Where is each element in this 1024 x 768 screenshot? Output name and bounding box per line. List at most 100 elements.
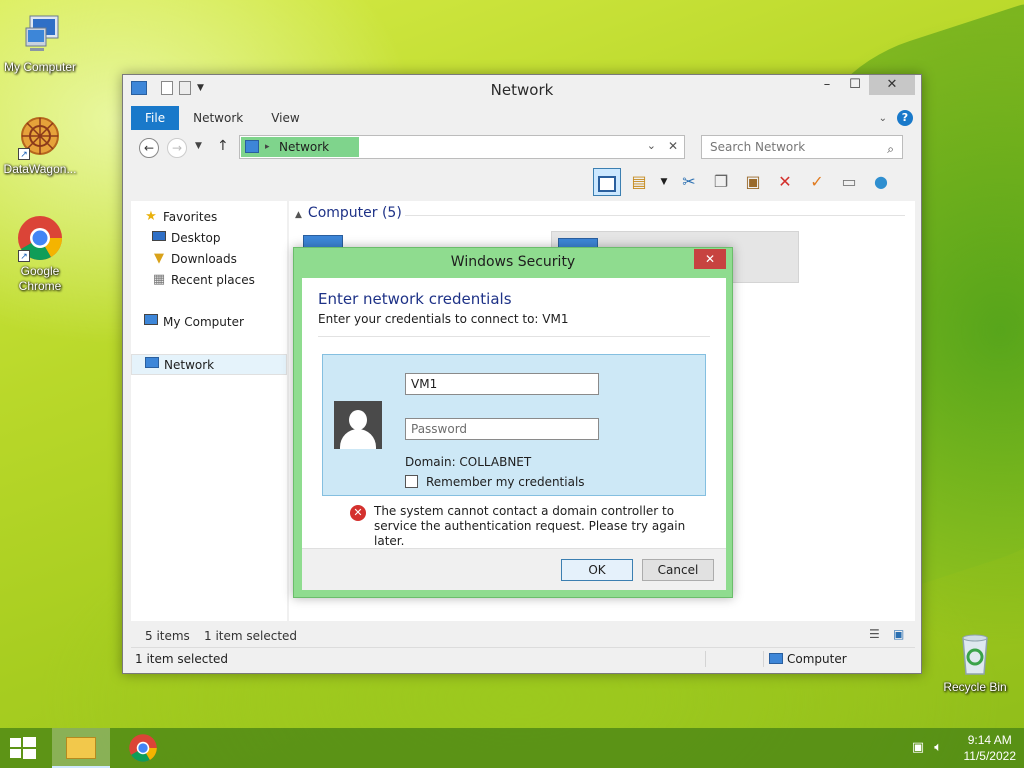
collapse-icon[interactable]: ▲ xyxy=(295,210,302,220)
desktop-icon-google-chrome[interactable]: ↗ Google Chrome xyxy=(0,214,80,294)
large-icons-view-icon[interactable]: ▣ xyxy=(893,627,904,641)
dialog-close-button[interactable]: ✕ xyxy=(694,249,726,269)
taskbar: ▣ 🔈︎ 9:14 AM 11/5/2022 xyxy=(0,728,1024,768)
cancel-button[interactable]: Cancel xyxy=(642,559,714,581)
check-icon[interactable]: ✓ xyxy=(803,168,831,196)
nav-desktop[interactable]: Desktop xyxy=(131,228,287,249)
dialog-title: Windows Security xyxy=(450,254,576,270)
recycle-bin-icon xyxy=(951,630,999,678)
minimize-button[interactable]: – xyxy=(813,75,841,95)
properties-check-icon[interactable]: ▤ xyxy=(625,168,653,196)
breadcrumb[interactable]: ▸ Network xyxy=(241,137,359,157)
windows-security-dialog: Windows Security ✕ Enter network credent… xyxy=(293,247,733,598)
desktop-icon-datawagon[interactable]: ↗ DataWagon... xyxy=(0,112,80,177)
group-header[interactable]: ▲ Computer (5) xyxy=(295,205,905,221)
system-tray: ▣ 🔈︎ xyxy=(912,740,942,755)
dialog-footer: OK Cancel xyxy=(302,548,726,590)
clock-date: 11/5/2022 xyxy=(963,749,1017,763)
username-field[interactable]: VM1 xyxy=(405,373,599,395)
remember-checkbox[interactable] xyxy=(405,475,418,488)
nav-downloads[interactable]: ▼ Downloads xyxy=(131,249,287,270)
user-avatar-icon xyxy=(334,401,382,449)
delete-icon[interactable]: ✕ xyxy=(771,168,799,196)
help-icon[interactable]: ? xyxy=(897,110,913,126)
nav-my-computer[interactable]: My Computer xyxy=(131,312,287,333)
password-field[interactable]: Password xyxy=(405,418,599,440)
windows-logo-icon xyxy=(10,737,36,759)
desktop-icon-label: Google Chrome xyxy=(18,264,62,293)
shortcut-arrow-icon: ↗ xyxy=(18,148,30,160)
navigation-pane: ★ Favorites Desktop ▼ Downloads ▦ Recent… xyxy=(131,201,287,621)
preview-pane-icon[interactable] xyxy=(593,168,621,196)
tab-view[interactable]: View xyxy=(257,106,313,130)
address-bar[interactable]: ▸ Network ⌄ ✕ xyxy=(239,135,685,159)
taskbar-file-explorer[interactable] xyxy=(52,728,110,768)
expand-ribbon-icon[interactable]: ⌄ xyxy=(879,113,887,124)
nav-network[interactable]: Network xyxy=(131,354,287,375)
clock[interactable]: 9:14 AM 11/5/2022 xyxy=(964,732,1017,764)
item-count: 5 items xyxy=(145,629,190,643)
copy-icon[interactable]: ❐ xyxy=(707,168,735,196)
maximize-button[interactable]: ☐ xyxy=(841,75,869,95)
tab-network[interactable]: Network xyxy=(179,106,257,130)
ribbon-tabs: File Network View ⌄ ? xyxy=(131,106,913,130)
paste-icon[interactable]: ▣ xyxy=(739,168,767,196)
cut-icon[interactable]: ✂ xyxy=(675,168,703,196)
close-button[interactable]: ✕ xyxy=(869,75,915,95)
globe-icon[interactable]: ● xyxy=(867,168,895,196)
toolbar-dropdown-icon[interactable]: ▼ xyxy=(657,168,671,196)
downloads-icon: ▼ xyxy=(154,251,164,266)
status-separator xyxy=(705,651,706,667)
rename-icon[interactable]: ▭ xyxy=(835,168,863,196)
clock-time: 9:14 AM xyxy=(967,733,1012,747)
credential-panel: VM1 Password Domain: COLLABNET Remember … xyxy=(322,354,706,496)
recent-places-icon: ▦ xyxy=(152,272,166,287)
status-bar: 1 item selected Computer xyxy=(131,647,915,669)
search-input[interactable]: Search Network ⌕ xyxy=(701,135,903,159)
desktop-icon-recycle-bin[interactable]: Recycle Bin xyxy=(935,630,1015,695)
desktop-icon-label: My Computer xyxy=(3,60,77,74)
command-toolbar: ▤ ▼ ✂ ❐ ▣ ✕ ✓ ▭ ● xyxy=(593,167,895,197)
folder-icon xyxy=(66,737,96,759)
nav-recent-places[interactable]: ▦ Recent places xyxy=(131,270,287,291)
desktop-icon-my-computer[interactable]: My Computer xyxy=(0,10,80,75)
dialog-body: Enter network credentials Enter your cre… xyxy=(302,278,726,548)
computer-icon xyxy=(769,653,783,664)
network-icon xyxy=(144,357,160,373)
error-icon: ✕ xyxy=(350,505,366,521)
up-arrow-icon[interactable]: ↑ xyxy=(217,138,229,154)
window-controls: – ☐ ✕ xyxy=(813,75,915,95)
nav-favorites[interactable]: ★ Favorites xyxy=(131,207,287,228)
clear-address-icon[interactable]: ✕ xyxy=(668,139,678,153)
network-status-icon[interactable]: ▣ xyxy=(912,740,924,755)
selection-count: 1 item selected xyxy=(204,629,298,643)
items-status: 5 items 1 item selected ☰ ▣ xyxy=(131,627,915,643)
remember-credentials[interactable]: Remember my credentials xyxy=(405,475,585,489)
ok-button[interactable]: OK xyxy=(561,559,633,581)
computer-icon xyxy=(16,10,64,58)
breadcrumb-network[interactable]: Network xyxy=(279,140,329,154)
shortcut-arrow-icon: ↗ xyxy=(18,250,30,262)
back-button[interactable]: ← xyxy=(139,138,159,158)
status-separator xyxy=(763,651,764,667)
search-icon[interactable]: ⌕ xyxy=(887,138,894,160)
desktop-icon-label: Recycle Bin xyxy=(943,680,1007,694)
network-icon xyxy=(245,140,259,153)
group-divider xyxy=(405,215,905,216)
dialog-subheading: Enter your credentials to connect to: VM… xyxy=(318,312,569,326)
tab-file[interactable]: File xyxy=(131,106,180,130)
computer-icon xyxy=(143,314,159,330)
taskbar-chrome[interactable] xyxy=(114,728,172,768)
remember-label: Remember my credentials xyxy=(426,475,585,489)
recent-locations-icon[interactable]: ▼ xyxy=(195,141,202,151)
dialog-divider xyxy=(318,336,710,337)
details-view-icon[interactable]: ☰ xyxy=(869,627,880,641)
start-button[interactable] xyxy=(8,736,38,760)
title-bar[interactable]: ▼ Network – ☐ ✕ xyxy=(123,75,921,105)
volume-icon[interactable]: 🔈︎ xyxy=(934,740,942,755)
dialog-heading: Enter network credentials xyxy=(318,290,512,308)
chrome-icon xyxy=(129,734,157,762)
forward-button[interactable]: → xyxy=(167,138,187,158)
status-location: Computer xyxy=(787,652,847,666)
address-dropdown-icon[interactable]: ⌄ xyxy=(647,139,656,152)
